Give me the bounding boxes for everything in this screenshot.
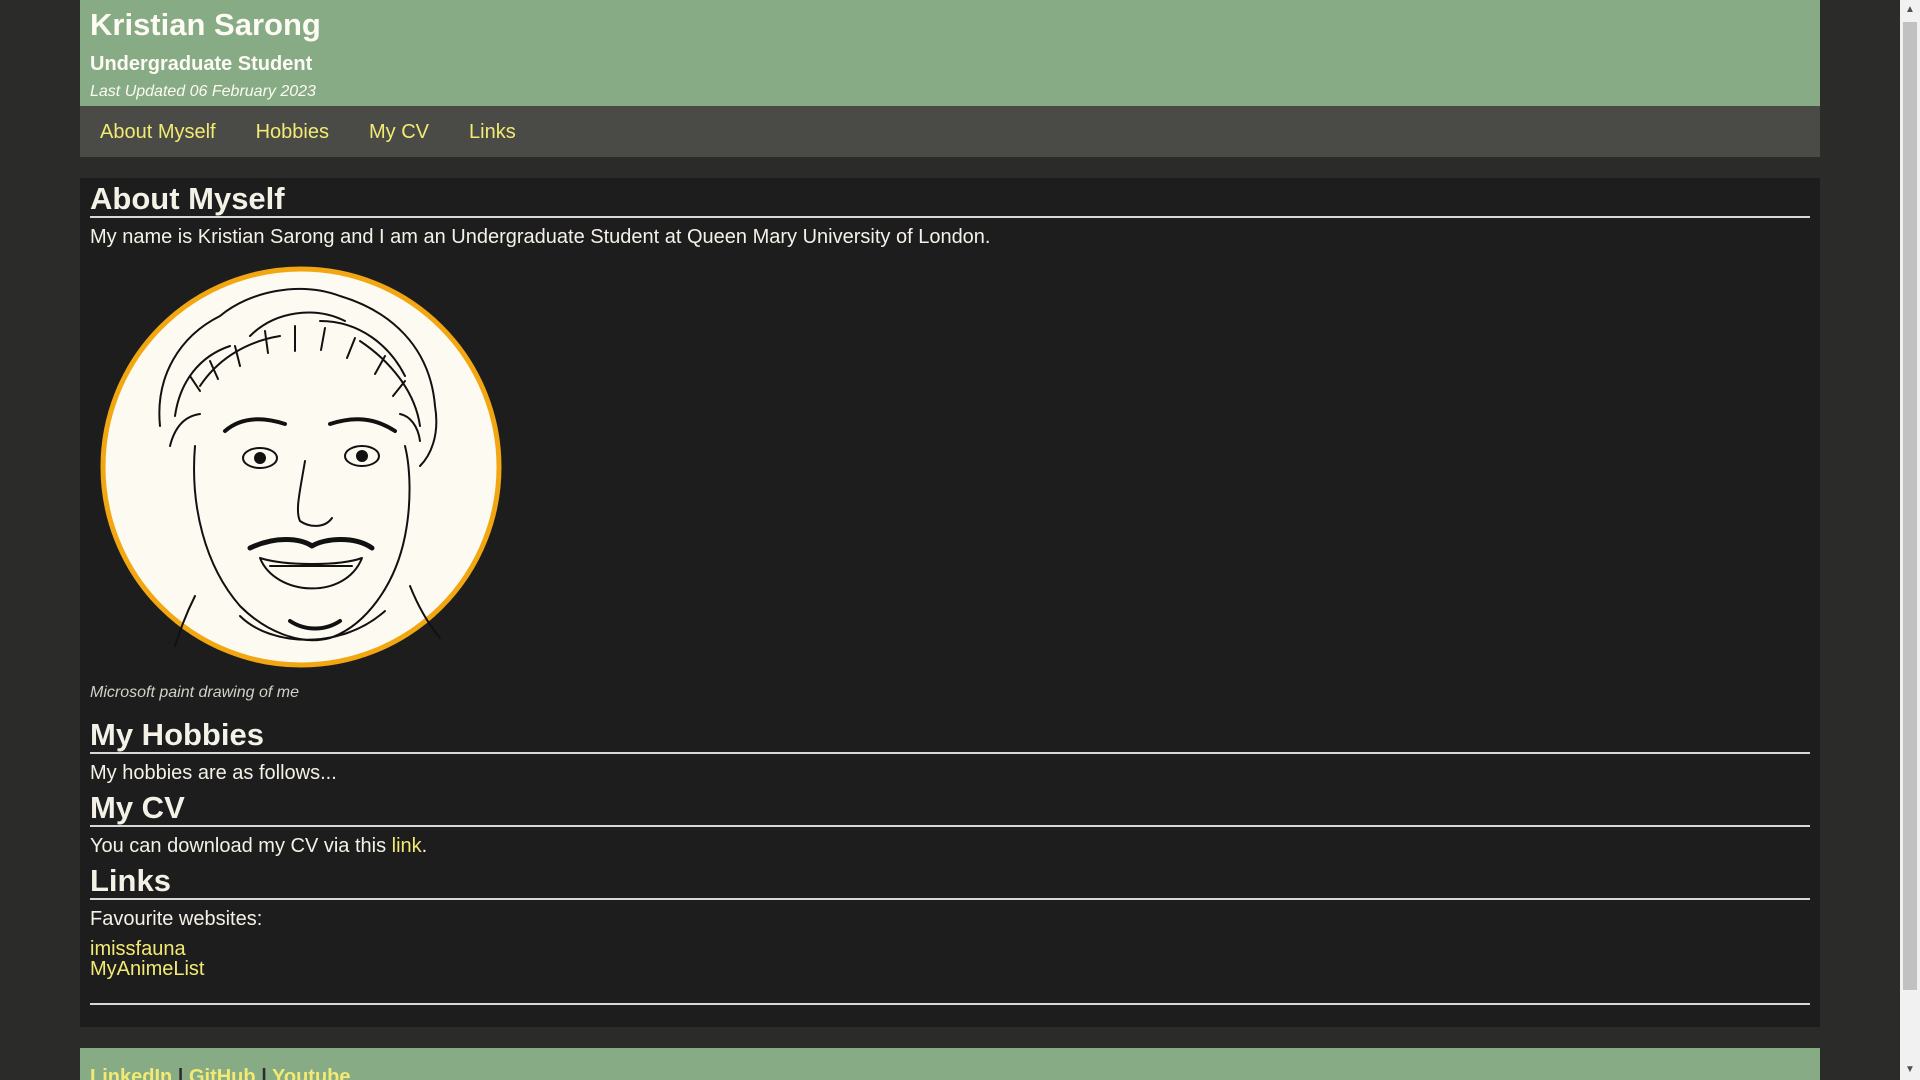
site-header: Kristian Sarong Undergraduate Student La… [80,0,1820,106]
cv-section: My CV You can download my CV via this li… [90,791,1810,858]
footer-separator: | [261,1066,267,1080]
hobbies-heading: My Hobbies [90,718,1810,754]
scroll-up-arrow-icon[interactable]: ▲ [1900,0,1920,20]
portrait-caption: Microsoft paint drawing of me [90,684,299,701]
site-subtitle: Undergraduate Student [90,53,313,75]
last-updated: Last Updated 06 February 2023 [90,83,316,100]
nav-item-my-cv[interactable]: My CV [369,121,429,143]
page-container: Kristian Sarong Undergraduate Student La… [80,0,1820,1080]
nav-item-hobbies[interactable]: Hobbies [256,121,329,143]
footer-link-linkedin[interactable]: LinkedIn [90,1066,172,1080]
main-nav: About Myself Hobbies My CV Links [80,106,1820,157]
nav-item-about-myself[interactable]: About Myself [100,121,216,143]
footer-link-youtube[interactable]: Youtube [272,1066,351,1080]
site-footer: LinkedIn | GitHub | Youtube [80,1048,1820,1080]
about-text: My name is Kristian Sarong and I am an U… [90,226,991,248]
links-section: Links Favourite websites: imissfauna MyA… [90,864,1810,979]
main-content: About Myself My name is Kristian Sarong … [80,178,1820,1027]
cv-download-link[interactable]: link [392,835,422,857]
site-title: Kristian Sarong [90,7,321,42]
link-imissfauna[interactable]: imissfauna [90,938,186,960]
links-intro: Favourite websites: [90,908,263,930]
vertical-scrollbar[interactable]: ▲ ▼ [1900,0,1920,1080]
link-myanimelist[interactable]: MyAnimeList [90,958,204,980]
list-item: MyAnimeList [90,959,1810,979]
about-heading: About Myself [90,182,1810,218]
cv-heading: My CV [90,791,1810,827]
links-heading: Links [90,864,1810,900]
cv-text-after: . [421,835,428,857]
cv-text: You can download my CV via this link. [90,834,1810,858]
favourite-websites-list: imissfauna MyAnimeList [90,939,1810,979]
scroll-down-arrow-icon[interactable]: ▼ [1900,1060,1920,1080]
footer-links: LinkedIn | GitHub | Youtube [90,1048,1810,1080]
browser-viewport: Kristian Sarong Undergraduate Student La… [0,0,1900,1080]
footer-separator: | [177,1066,184,1080]
content-divider [90,1003,1810,1005]
cv-text-before: You can download my CV via this [90,835,392,857]
list-item: imissfauna [90,939,1810,959]
about-section: About Myself My name is Kristian Sarong … [90,178,1810,702]
footer-link-github[interactable]: GitHub [189,1066,256,1080]
hobbies-section: My Hobbies My hobbies are as follows... [90,718,1810,785]
scrollbar-thumb[interactable] [1903,22,1917,990]
hobbies-text: My hobbies are as follows... [90,762,337,784]
nav-item-links[interactable]: Links [469,121,516,143]
portrait-image [100,266,502,668]
